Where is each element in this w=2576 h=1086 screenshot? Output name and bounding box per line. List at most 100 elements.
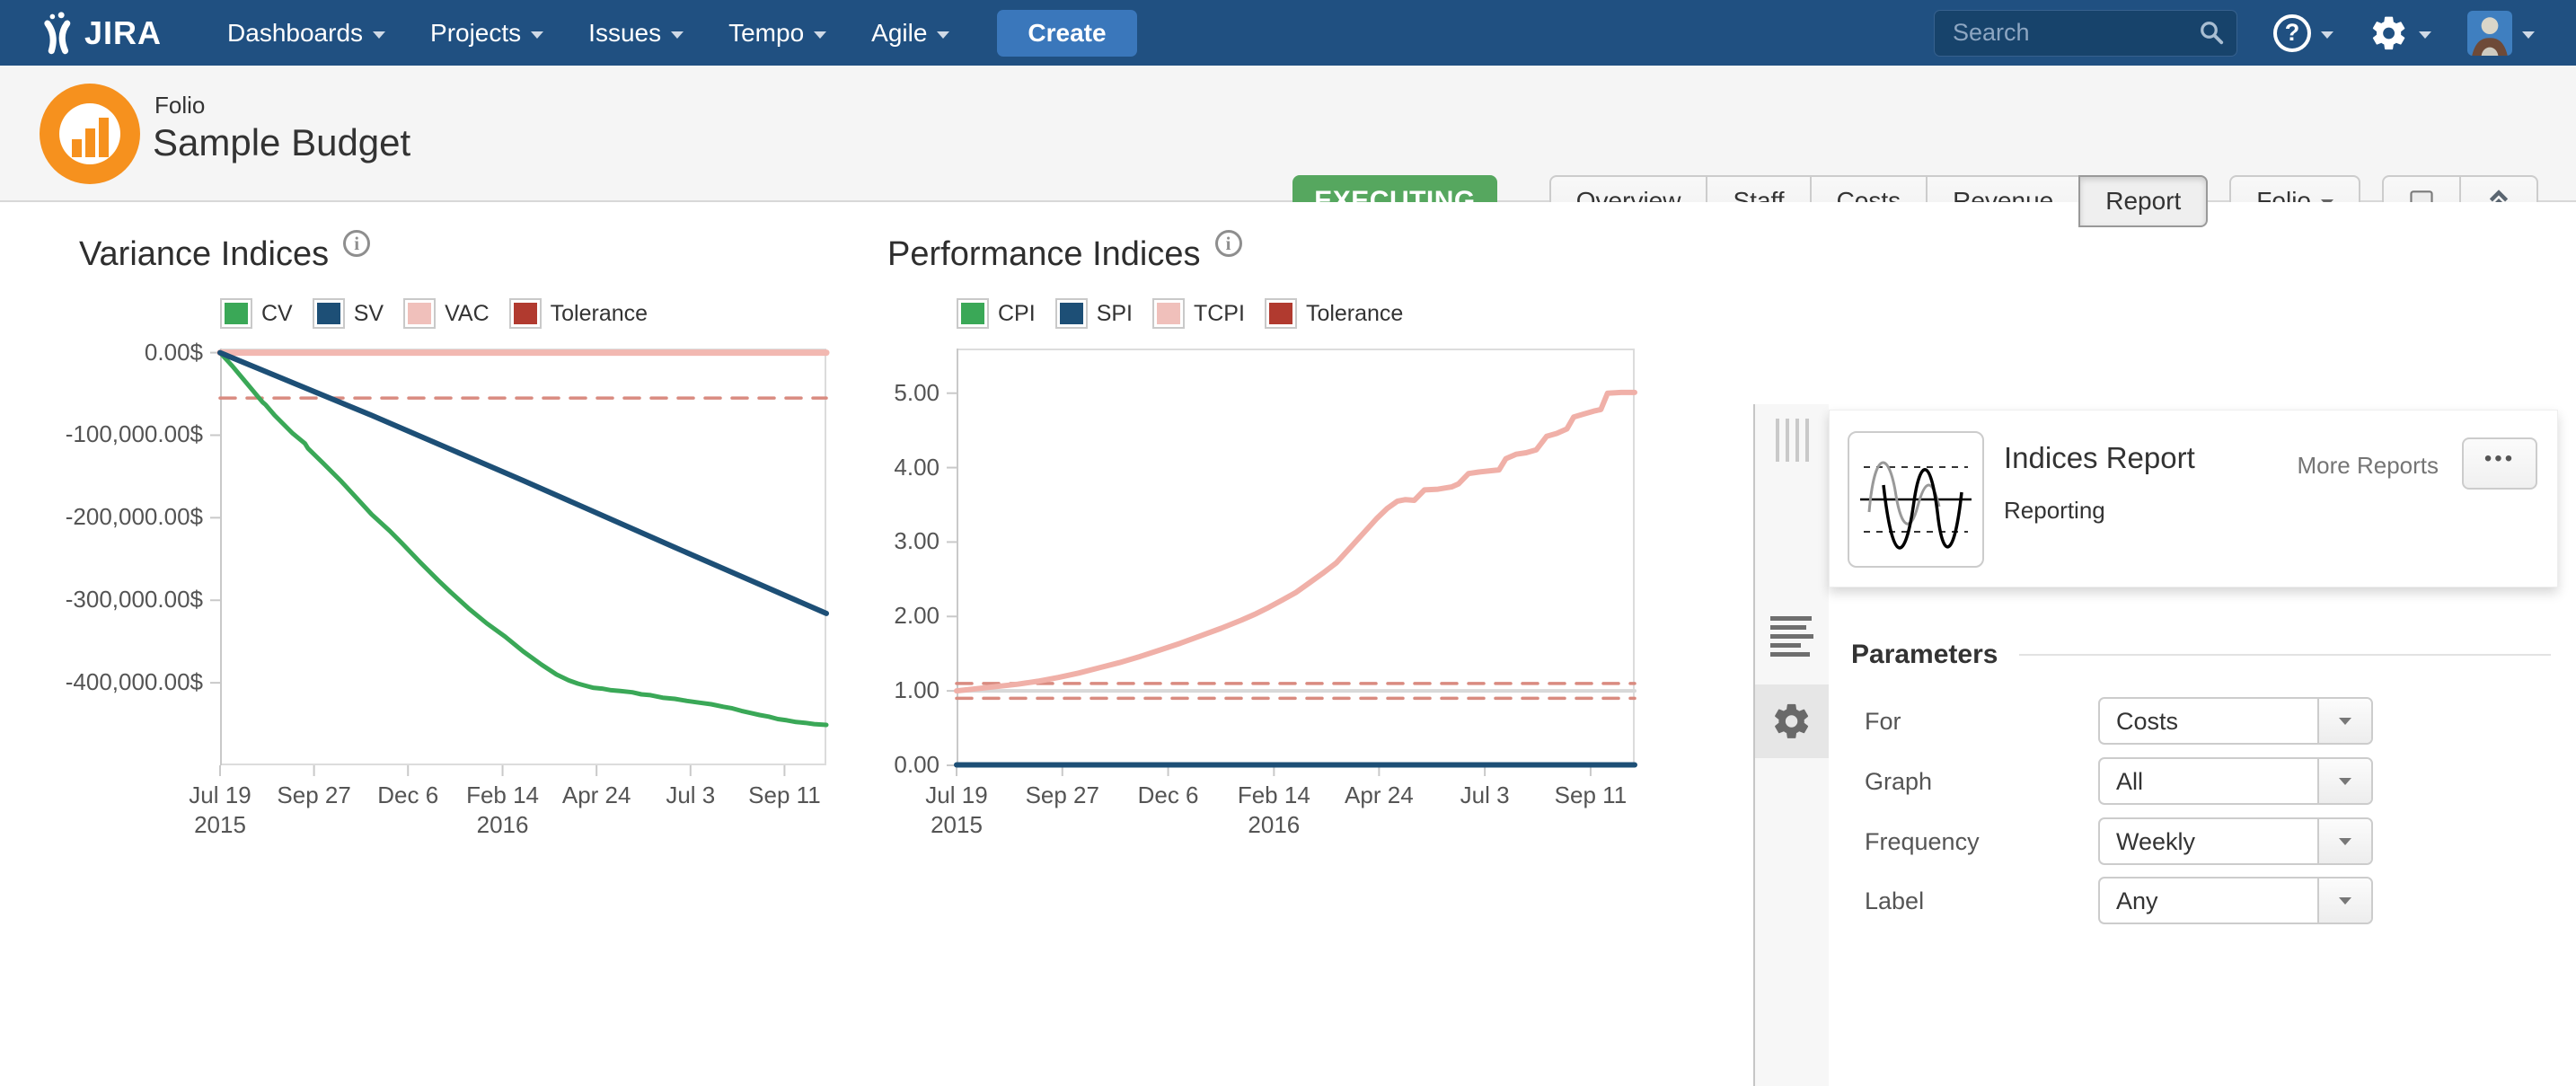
main-menu: Dashboards Projects Issues Tempo Agile bbox=[205, 0, 972, 66]
legend-item: Tolerance bbox=[1265, 298, 1403, 329]
chart-title-performance: Performance Indices i bbox=[887, 235, 1242, 274]
param-label-frequency: Frequency bbox=[1865, 828, 1980, 856]
create-button[interactable]: Create bbox=[997, 10, 1136, 57]
search-icon[interactable] bbox=[2198, 19, 2225, 46]
y-axis-label: 2.00 bbox=[772, 602, 940, 630]
chevron-down-icon bbox=[531, 31, 543, 39]
menu-issues[interactable]: Issues bbox=[566, 0, 706, 66]
gear-icon bbox=[2369, 13, 2409, 53]
report-card: Indices Report Reporting More Reports ••… bbox=[1829, 410, 2558, 587]
dropdown-arrow bbox=[2317, 699, 2371, 743]
chevron-down-icon bbox=[2321, 31, 2333, 39]
frequency-select[interactable]: Weekly bbox=[2098, 817, 2373, 865]
avatar bbox=[2467, 11, 2512, 56]
side-rail bbox=[1755, 404, 1829, 1086]
info-icon[interactable]: i bbox=[1215, 230, 1242, 257]
legend-item: Tolerance bbox=[509, 298, 648, 329]
legend-label: SV bbox=[354, 301, 384, 327]
menu-agile[interactable]: Agile bbox=[849, 0, 972, 66]
legend-label: CPI bbox=[998, 301, 1036, 327]
folio-app-icon bbox=[40, 84, 140, 184]
legend-item: VAC bbox=[403, 298, 490, 329]
search-input[interactable] bbox=[1934, 10, 2237, 57]
report-menu-button[interactable]: ••• bbox=[2462, 437, 2537, 490]
legend-swatch bbox=[403, 298, 436, 329]
report-side-panel: Indices Report Reporting More Reports ••… bbox=[1829, 404, 2576, 1086]
help-menu[interactable]: ? bbox=[2273, 14, 2333, 52]
dropdown-arrow bbox=[2317, 759, 2371, 803]
y-axis-label: 4.00 bbox=[772, 454, 940, 481]
menu-dashboards[interactable]: Dashboards bbox=[205, 0, 408, 66]
y-axis-label: -200,000.00$ bbox=[36, 503, 203, 531]
dropdown-arrow bbox=[2317, 819, 2371, 863]
report-list-icon[interactable] bbox=[1770, 616, 1813, 661]
divider bbox=[2019, 654, 2551, 656]
drag-handle-icon[interactable] bbox=[1755, 419, 1829, 462]
select-value: Costs bbox=[2116, 708, 2178, 736]
user-profile-menu[interactable] bbox=[2467, 11, 2535, 56]
legend-item: SPI bbox=[1055, 298, 1133, 329]
select-value: Any bbox=[2116, 887, 2158, 915]
chevron-down-icon bbox=[671, 31, 684, 39]
menu-tempo[interactable]: Tempo bbox=[706, 0, 849, 66]
legend-swatch bbox=[313, 298, 345, 329]
gear-icon bbox=[1771, 701, 1813, 742]
legend-item: SV bbox=[313, 298, 384, 329]
legend-swatch bbox=[220, 298, 252, 329]
y-axis-label: 0.00$ bbox=[36, 339, 203, 366]
report-title: Indices Report bbox=[2004, 441, 2195, 475]
indices-report-icon bbox=[1848, 431, 1984, 568]
legend-item: CPI bbox=[957, 298, 1036, 329]
chart-legend: CV SV VAC Tolerance bbox=[220, 298, 667, 329]
top-nav-bar: JIRA Dashboards Projects Issues Tempo Ag… bbox=[0, 0, 2576, 66]
legend-item: CV bbox=[220, 298, 293, 329]
info-icon[interactable]: i bbox=[343, 230, 370, 257]
plot-area bbox=[957, 349, 1635, 765]
y-axis-label: 1.00 bbox=[772, 676, 940, 704]
for-select[interactable]: Costs bbox=[2098, 697, 2373, 745]
legend-label: SPI bbox=[1097, 301, 1133, 327]
chart-legend: CPI SPI TCPI Tolerance bbox=[957, 298, 1423, 329]
page-header: Folio Sample Budget EXECUTING Overview S… bbox=[0, 66, 2576, 202]
more-reports-link[interactable]: More Reports bbox=[2298, 452, 2439, 480]
legend-label: Tolerance bbox=[551, 301, 648, 327]
y-axis-label: -100,000.00$ bbox=[36, 420, 203, 448]
report-subtitle: Reporting bbox=[2004, 497, 2105, 525]
legend-label: CV bbox=[261, 301, 293, 327]
param-label-for: For bbox=[1865, 708, 1901, 736]
dropdown-arrow bbox=[2317, 879, 2371, 923]
y-axis-label: -400,000.00$ bbox=[36, 668, 203, 696]
graph-select[interactable]: All bbox=[2098, 757, 2373, 805]
page-title: Sample Budget bbox=[153, 121, 410, 164]
legend-label: Tolerance bbox=[1306, 301, 1403, 327]
help-icon: ? bbox=[2273, 14, 2311, 52]
menu-projects[interactable]: Projects bbox=[408, 0, 566, 66]
chevron-down-icon bbox=[2522, 31, 2535, 39]
legend-swatch bbox=[957, 298, 989, 329]
brand-text: JIRA bbox=[84, 14, 162, 52]
tab-report[interactable]: Report bbox=[2078, 175, 2208, 227]
parameters-heading: Parameters bbox=[1851, 640, 1998, 670]
app-label: Folio bbox=[154, 92, 205, 119]
param-label-label: Label bbox=[1865, 887, 1924, 915]
chevron-down-icon bbox=[937, 31, 949, 39]
y-axis-label: -300,000.00$ bbox=[36, 586, 203, 614]
jira-logo[interactable]: JIRA bbox=[40, 12, 162, 55]
y-axis-label: 3.00 bbox=[772, 527, 940, 555]
chevron-down-icon bbox=[2419, 31, 2431, 39]
parameters-tool-selected[interactable] bbox=[1755, 684, 1829, 758]
legend-swatch bbox=[1152, 298, 1185, 329]
legend-label: TCPI bbox=[1194, 301, 1245, 327]
y-axis-label: 5.00 bbox=[772, 379, 940, 407]
legend-swatch bbox=[509, 298, 542, 329]
legend-swatch bbox=[1055, 298, 1088, 329]
chevron-down-icon bbox=[373, 31, 385, 39]
param-label-graph: Graph bbox=[1865, 768, 1932, 796]
x-axis-label: Sep 11 bbox=[703, 781, 865, 810]
x-axis-label: Sep 11 bbox=[1510, 781, 1672, 810]
legend-swatch bbox=[1265, 298, 1297, 329]
admin-settings-menu[interactable] bbox=[2369, 13, 2431, 53]
jira-charlie-icon bbox=[40, 12, 79, 55]
chevron-down-icon bbox=[814, 31, 826, 39]
legend-label: VAC bbox=[445, 301, 490, 327]
